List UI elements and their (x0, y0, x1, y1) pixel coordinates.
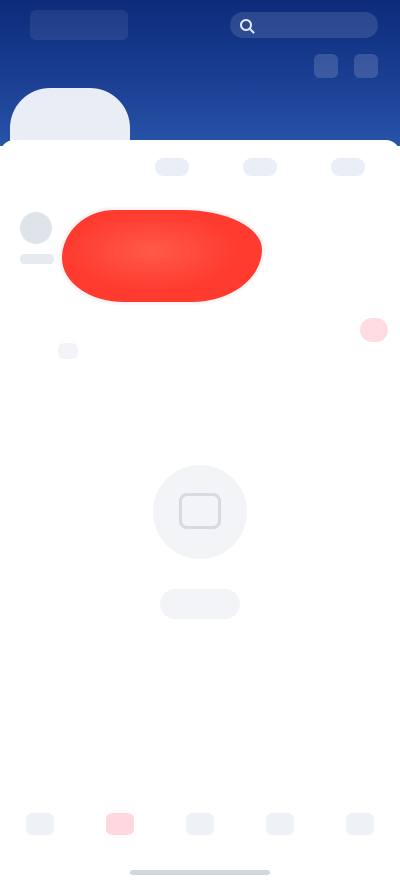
bottom-nav-item-4[interactable] (245, 813, 315, 841)
profile-name (20, 254, 54, 264)
quick-link-1[interactable] (140, 158, 204, 182)
header-actions (314, 54, 378, 78)
app-logo[interactable] (30, 10, 128, 40)
empty-state-action-button[interactable] (160, 589, 240, 619)
home-indicator (130, 870, 270, 875)
bottom-nav-item-5[interactable] (325, 813, 395, 841)
profile-icon (346, 813, 374, 835)
quick-link-2[interactable] (228, 158, 292, 182)
home-icon (26, 813, 54, 835)
cart-icon (266, 813, 294, 835)
empty-state (0, 465, 400, 619)
tab-3[interactable] (96, 343, 116, 359)
quick-link-3[interactable] (316, 158, 380, 182)
profile-summary[interactable] (20, 212, 60, 292)
category-icon (106, 813, 134, 835)
message-icon[interactable] (354, 54, 378, 78)
empty-state-icon (153, 465, 247, 559)
discover-icon (186, 813, 214, 835)
scan-icon[interactable] (314, 54, 338, 78)
quick-link-icon (155, 158, 189, 176)
tab-2[interactable] (58, 343, 78, 359)
avatar (20, 212, 52, 244)
category-tabs (0, 330, 400, 372)
promo-banner[interactable] (62, 210, 262, 302)
bottom-nav-item-3[interactable] (165, 813, 235, 841)
bottom-nav-item-1[interactable] (5, 813, 75, 841)
tab-badge[interactable] (360, 318, 388, 342)
quick-links (140, 158, 380, 182)
tab-1[interactable] (20, 343, 40, 359)
bottom-navigation (0, 789, 400, 881)
bottom-nav-item-2[interactable] (85, 813, 155, 841)
search-bar[interactable] (230, 12, 378, 38)
search-icon (240, 19, 252, 31)
quick-link-icon (331, 158, 365, 176)
quick-link-icon (243, 158, 277, 176)
